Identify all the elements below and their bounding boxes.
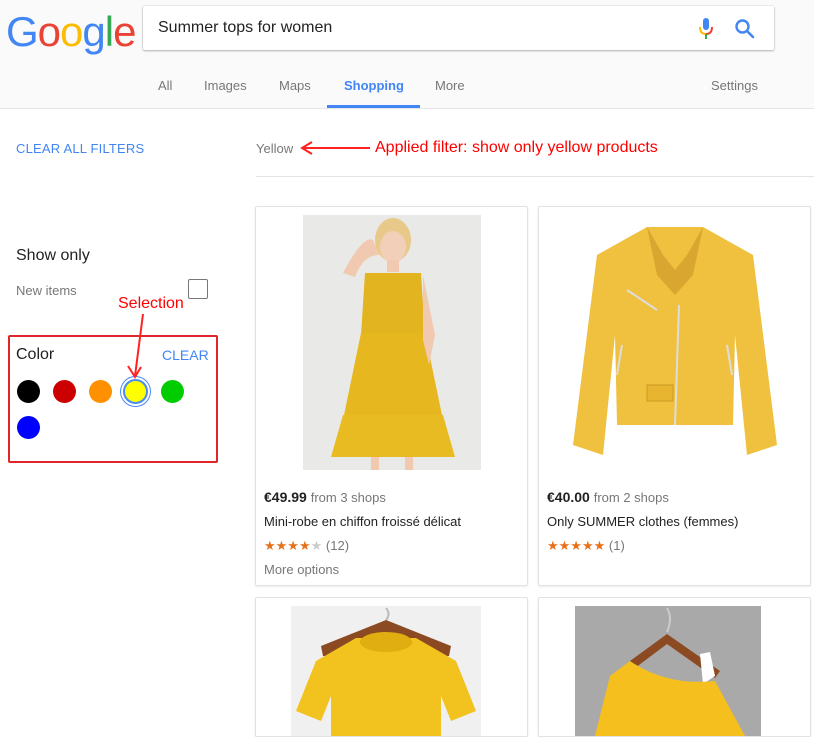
color-swatch-orange[interactable] [89, 380, 112, 403]
product-card[interactable] [538, 597, 811, 737]
new-items-checkbox[interactable] [188, 279, 208, 299]
search-input[interactable] [158, 6, 678, 50]
product-rating: ★★★★★ (1) [547, 538, 625, 554]
review-count: (12) [325, 538, 350, 553]
product-card[interactable] [255, 597, 528, 737]
product-rating: ★★★★★ (12) [264, 538, 349, 554]
color-swatch-red[interactable] [53, 380, 76, 403]
logo-letter: l [104, 8, 114, 55]
product-price: €40.00 [547, 489, 590, 505]
rating-stars-icon: ★★★★★ [547, 538, 606, 553]
logo-letter: G [6, 8, 39, 55]
product-image-dress[interactable] [303, 215, 481, 470]
search-tabs: All Images Maps Shopping More Settings [0, 70, 814, 109]
tab-more[interactable]: More [435, 78, 465, 93]
search-icon[interactable] [733, 17, 757, 41]
product-price-line: €49.99 from 3 shops [264, 489, 386, 505]
product-shops: from 3 shops [310, 490, 386, 505]
tab-shopping[interactable]: Shopping [344, 78, 404, 93]
applied-filter-chip[interactable]: Yellow [256, 141, 293, 156]
color-swatch-green[interactable] [161, 380, 184, 403]
product-card[interactable]: €49.99 from 3 shops Mini-robe en chiffon… [255, 206, 528, 586]
new-items-label: New items [16, 283, 77, 298]
product-card[interactable]: €40.00 from 2 shops Only SUMMER clothes … [538, 206, 811, 586]
tab-maps[interactable]: Maps [279, 78, 311, 93]
active-tab-indicator [327, 105, 420, 108]
product-price: €49.99 [264, 489, 307, 505]
rating-stars-icon: ★★★★★ [264, 538, 323, 553]
applied-filter-arrow-icon [300, 141, 370, 155]
product-image-tshirt[interactable] [291, 606, 481, 736]
applied-filter-annotation: Applied filter: show only yellow product… [375, 139, 658, 156]
show-only-heading: Show only [16, 247, 90, 264]
tab-all[interactable]: All [158, 78, 172, 93]
clear-all-filters-link[interactable]: CLEAR ALL FILTERS [16, 141, 144, 156]
search-box [143, 6, 774, 50]
product-title[interactable]: Only SUMMER clothes (femmes) [547, 514, 738, 529]
header: Google All Images Maps Shopping More Set… [0, 0, 814, 109]
logo-letter: o [37, 8, 61, 55]
color-filter-heading: Color [16, 346, 55, 363]
product-price-line: €40.00 from 2 shops [547, 489, 669, 505]
color-clear-link[interactable]: CLEAR [162, 347, 209, 363]
product-title[interactable]: Mini-robe en chiffon froissé délicat [264, 514, 461, 529]
tab-images[interactable]: Images [204, 78, 247, 93]
microphone-icon[interactable] [696, 17, 716, 41]
logo-letter: g [82, 8, 105, 55]
product-image-jacket[interactable] [557, 215, 793, 470]
review-count: (1) [608, 538, 625, 553]
logo-letter: e [113, 8, 136, 55]
settings-link[interactable]: Settings [711, 78, 758, 93]
filter-divider [256, 176, 814, 177]
google-logo[interactable]: Google [6, 8, 136, 56]
product-image-one-shoulder-top[interactable] [575, 606, 761, 736]
more-options-link[interactable]: More options [264, 562, 339, 577]
color-swatch-yellow[interactable] [123, 379, 148, 404]
color-swatch-black[interactable] [17, 380, 40, 403]
logo-letter: o [60, 8, 83, 55]
product-shops: from 2 shops [593, 490, 669, 505]
color-swatch-blue[interactable] [17, 416, 40, 439]
selection-arrow-icon [127, 313, 144, 379]
